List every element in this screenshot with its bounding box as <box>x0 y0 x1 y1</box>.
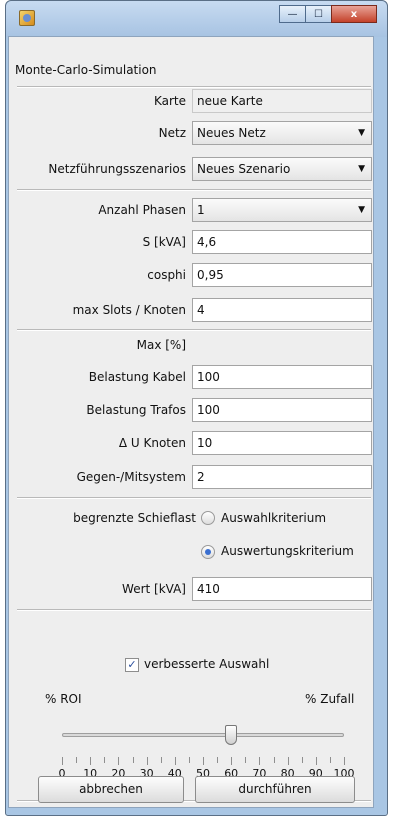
slider-tick <box>301 757 303 763</box>
verbesserte-auswahl-checkbox[interactable]: ✓ <box>125 658 139 672</box>
du-knoten-input[interactable]: 10 <box>192 431 372 455</box>
separator <box>17 497 371 499</box>
cancel-button[interactable]: abbrechen <box>38 776 184 803</box>
max-slots-input[interactable]: 4 <box>192 298 372 322</box>
chevron-down-icon: ▼ <box>358 205 365 215</box>
chevron-down-icon: ▼ <box>358 128 365 138</box>
slider-tick <box>146 757 148 765</box>
separator <box>17 329 371 331</box>
slider-tick <box>188 757 190 763</box>
karte-label: Karte <box>153 94 186 108</box>
belastung-kabel-input[interactable]: 100 <box>192 365 372 389</box>
window-controls: — ☐ x <box>279 5 377 23</box>
phasen-value: 1 <box>197 203 205 217</box>
slider-tick <box>76 757 78 763</box>
auswertungskriterium-radio[interactable] <box>201 545 215 559</box>
netz-value: Neues Netz <box>197 126 266 140</box>
belastung-trafos-input[interactable]: 100 <box>192 398 372 422</box>
slider-tick <box>132 757 134 763</box>
phasen-dropdown[interactable]: 1 ▼ <box>192 198 372 222</box>
gegen-mitsystem-label: Gegen-/Mitsystem <box>76 470 186 484</box>
max-slots-label: max Slots / Knoten <box>72 303 186 317</box>
check-icon: ✓ <box>127 658 137 671</box>
dialog-title: Monte-Carlo-Simulation <box>15 63 157 77</box>
cosphi-input[interactable]: 0,95 <box>192 263 372 287</box>
slider-thumb[interactable] <box>225 725 238 745</box>
slider-track[interactable] <box>62 733 344 737</box>
netz-label: Netz <box>158 126 186 140</box>
separator <box>17 86 371 88</box>
app-icon <box>19 10 35 26</box>
slider-tick <box>62 757 63 765</box>
slider-tick <box>273 757 275 763</box>
max-percent-header: Max [%] <box>136 338 186 352</box>
belastung-kabel-label: Belastung Kabel <box>88 370 186 384</box>
slider-tick <box>118 757 120 765</box>
verbesserte-auswahl-label: verbesserte Auswahl <box>144 657 270 671</box>
auswahlkriterium-label: Auswahlkriterium <box>221 511 327 525</box>
netz-dropdown[interactable]: Neues Netz ▼ <box>192 121 372 145</box>
slider-tick <box>217 757 219 763</box>
chevron-down-icon: ▼ <box>358 164 365 174</box>
slider-tick <box>174 757 176 765</box>
run-button[interactable]: durchführen <box>195 776 355 803</box>
slider-tick <box>259 757 261 765</box>
s-input[interactable]: 4,6 <box>192 230 372 254</box>
karte-field: neue Karte <box>192 89 372 113</box>
slider-tick <box>344 757 345 765</box>
phasen-label: Anzahl Phasen <box>98 203 186 217</box>
schieflast-label: begrenzte Schieflast <box>73 511 196 525</box>
s-label: S [kVA] <box>142 235 186 249</box>
cosphi-label: cosphi <box>147 268 186 282</box>
minimize-button[interactable]: — <box>279 5 306 23</box>
title-bar: — ☐ x <box>6 1 387 37</box>
slider-tick <box>203 757 204 765</box>
slider-tick <box>245 757 247 763</box>
separator <box>17 609 371 611</box>
slider-tick <box>329 757 331 763</box>
slider-tick <box>160 757 162 763</box>
belastung-trafos-label: Belastung Trafos <box>86 403 186 417</box>
roi-label: % ROI <box>45 692 82 706</box>
auswahlkriterium-radio[interactable] <box>201 511 215 525</box>
du-knoten-label: Δ U Knoten <box>118 436 186 450</box>
auswertungskriterium-label: Auswertungskriterium <box>221 544 354 558</box>
wert-input[interactable]: 410 <box>192 577 372 601</box>
szenario-label: Netzführungsszenarios <box>48 162 186 176</box>
szenario-dropdown[interactable]: Neues Szenario ▼ <box>192 157 372 181</box>
maximize-button[interactable]: ☐ <box>305 5 332 23</box>
gegen-mitsystem-input[interactable]: 2 <box>192 465 372 489</box>
slider-tick <box>287 757 289 765</box>
slider-tick <box>231 757 233 765</box>
szenario-value: Neues Szenario <box>197 162 291 176</box>
close-button[interactable]: x <box>331 5 377 23</box>
slider-tick <box>315 757 317 765</box>
slider-tick <box>104 757 106 763</box>
separator <box>17 189 371 191</box>
slider-tick <box>90 757 92 765</box>
wert-label: Wert [kVA] <box>122 582 186 596</box>
zufall-label: % Zufall <box>305 692 355 706</box>
